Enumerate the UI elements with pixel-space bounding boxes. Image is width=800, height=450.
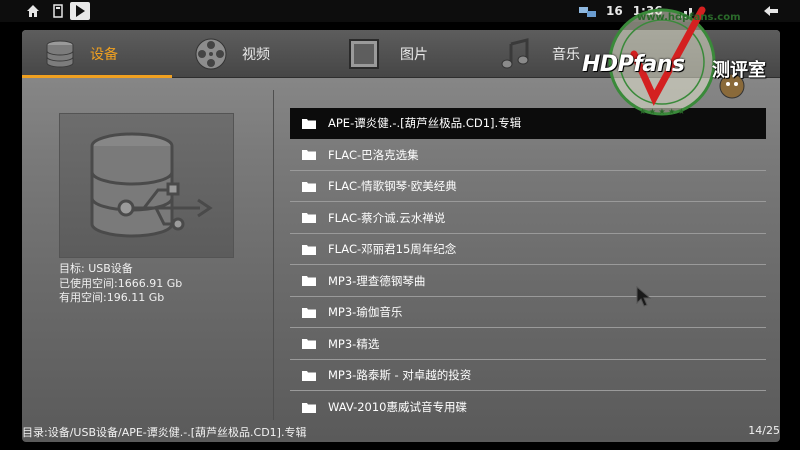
film-reel-icon: [194, 37, 228, 71]
watermark-brand-cn: 测评室: [712, 60, 766, 81]
tab-music-label: 音乐: [552, 47, 580, 63]
tab-device-label: 设备: [90, 47, 118, 63]
list-item-name: MP3-精选: [328, 336, 380, 351]
tab-video-label: 视频: [242, 47, 270, 63]
folder-icon: [302, 150, 316, 160]
music-note-icon: [500, 38, 532, 70]
current-path: 目录:设备/USB设备/APE-谭炎健.-.[葫芦丝极品.CD1].专辑: [22, 426, 307, 439]
list-item[interactable]: WAV-2010惠威试音专用碟: [290, 392, 766, 423]
free-space-text: 有用空间:196.11 Gb: [59, 291, 165, 304]
panel-divider: [273, 90, 274, 420]
mouse-cursor-icon: [636, 286, 652, 307]
tab-picture-label: 图片: [400, 47, 428, 63]
folder-icon: [302, 307, 316, 318]
list-item[interactable]: MP3-瑜伽音乐: [290, 297, 766, 328]
folder-icon: [302, 118, 316, 129]
list-item-name: FLAC-邓丽君15周年纪念: [328, 242, 457, 256]
list-item-name: APE-谭炎健.-.[葫芦丝极品.CD1].专辑: [328, 116, 522, 130]
list-item-name: FLAC-巴洛克选集: [328, 147, 419, 162]
list-item[interactable]: MP3-精选: [290, 329, 766, 360]
watermark-url: www.hdpfans.com: [637, 12, 741, 23]
list-item-name: WAV-2010惠威试音专用碟: [328, 400, 467, 414]
list-item-name: MP3-瑜伽音乐: [328, 305, 403, 319]
sd-card-icon: [50, 3, 66, 19]
active-tab-indicator: [22, 75, 172, 78]
database-icon: [44, 38, 76, 70]
device-preview: [59, 113, 234, 258]
device-info: 目标: USB设备 已使用空间:1666.91 Gb 有用空间:196.11 G…: [59, 262, 182, 306]
folder-icon: [302, 244, 316, 255]
svg-text:★ ★ ★ ★ ★: ★ ★ ★ ★ ★: [639, 107, 685, 116]
list-item[interactable]: FLAC-蔡介诚.云水禅说: [290, 203, 766, 234]
list-item-name: MP3-理查德钢琴曲: [328, 273, 426, 288]
tab-picture[interactable]: 图片: [348, 30, 498, 78]
home-icon[interactable]: [25, 3, 41, 19]
used-space-text: 已使用空间:1666.91 Gb: [59, 276, 183, 290]
list-item-name: FLAC-情歌钢琴·欧美经典: [328, 179, 457, 193]
list-item-name: FLAC-蔡介诚.云水禅说: [328, 210, 446, 225]
list-item[interactable]: FLAC-巴洛克选集: [290, 140, 766, 171]
play-store-icon: [70, 2, 90, 20]
folder-icon: [302, 339, 316, 349]
folder-icon: [302, 276, 316, 286]
usb-database-icon: [90, 132, 213, 238]
tab-device[interactable]: 设备: [22, 30, 172, 78]
folder-icon: [302, 213, 316, 223]
list-item[interactable]: FLAC-邓丽君15周年纪念: [290, 234, 766, 265]
folder-icon: [302, 402, 316, 413]
list-item[interactable]: MP3-路泰斯 - 对卓越的投资: [290, 360, 766, 391]
list-item-name: MP3-路泰斯 - 对卓越的投资: [328, 368, 472, 382]
hdpfans-watermark: ★ ★ ★ ★ ★ HDPfans 测评室 www.hdpfans.com: [582, 6, 800, 118]
picture-frame-icon: [348, 38, 380, 70]
item-counter: 14/25: [748, 424, 780, 437]
list-item[interactable]: MP3-理查德钢琴曲: [290, 266, 766, 297]
folder-icon: [302, 370, 316, 381]
list-item[interactable]: FLAC-情歌钢琴·欧美经典: [290, 171, 766, 202]
tab-video[interactable]: 视频: [194, 30, 344, 78]
folder-icon: [302, 181, 316, 192]
watermark-brand: HDPfans: [582, 52, 685, 77]
target-text: 目标: USB设备: [59, 262, 133, 275]
